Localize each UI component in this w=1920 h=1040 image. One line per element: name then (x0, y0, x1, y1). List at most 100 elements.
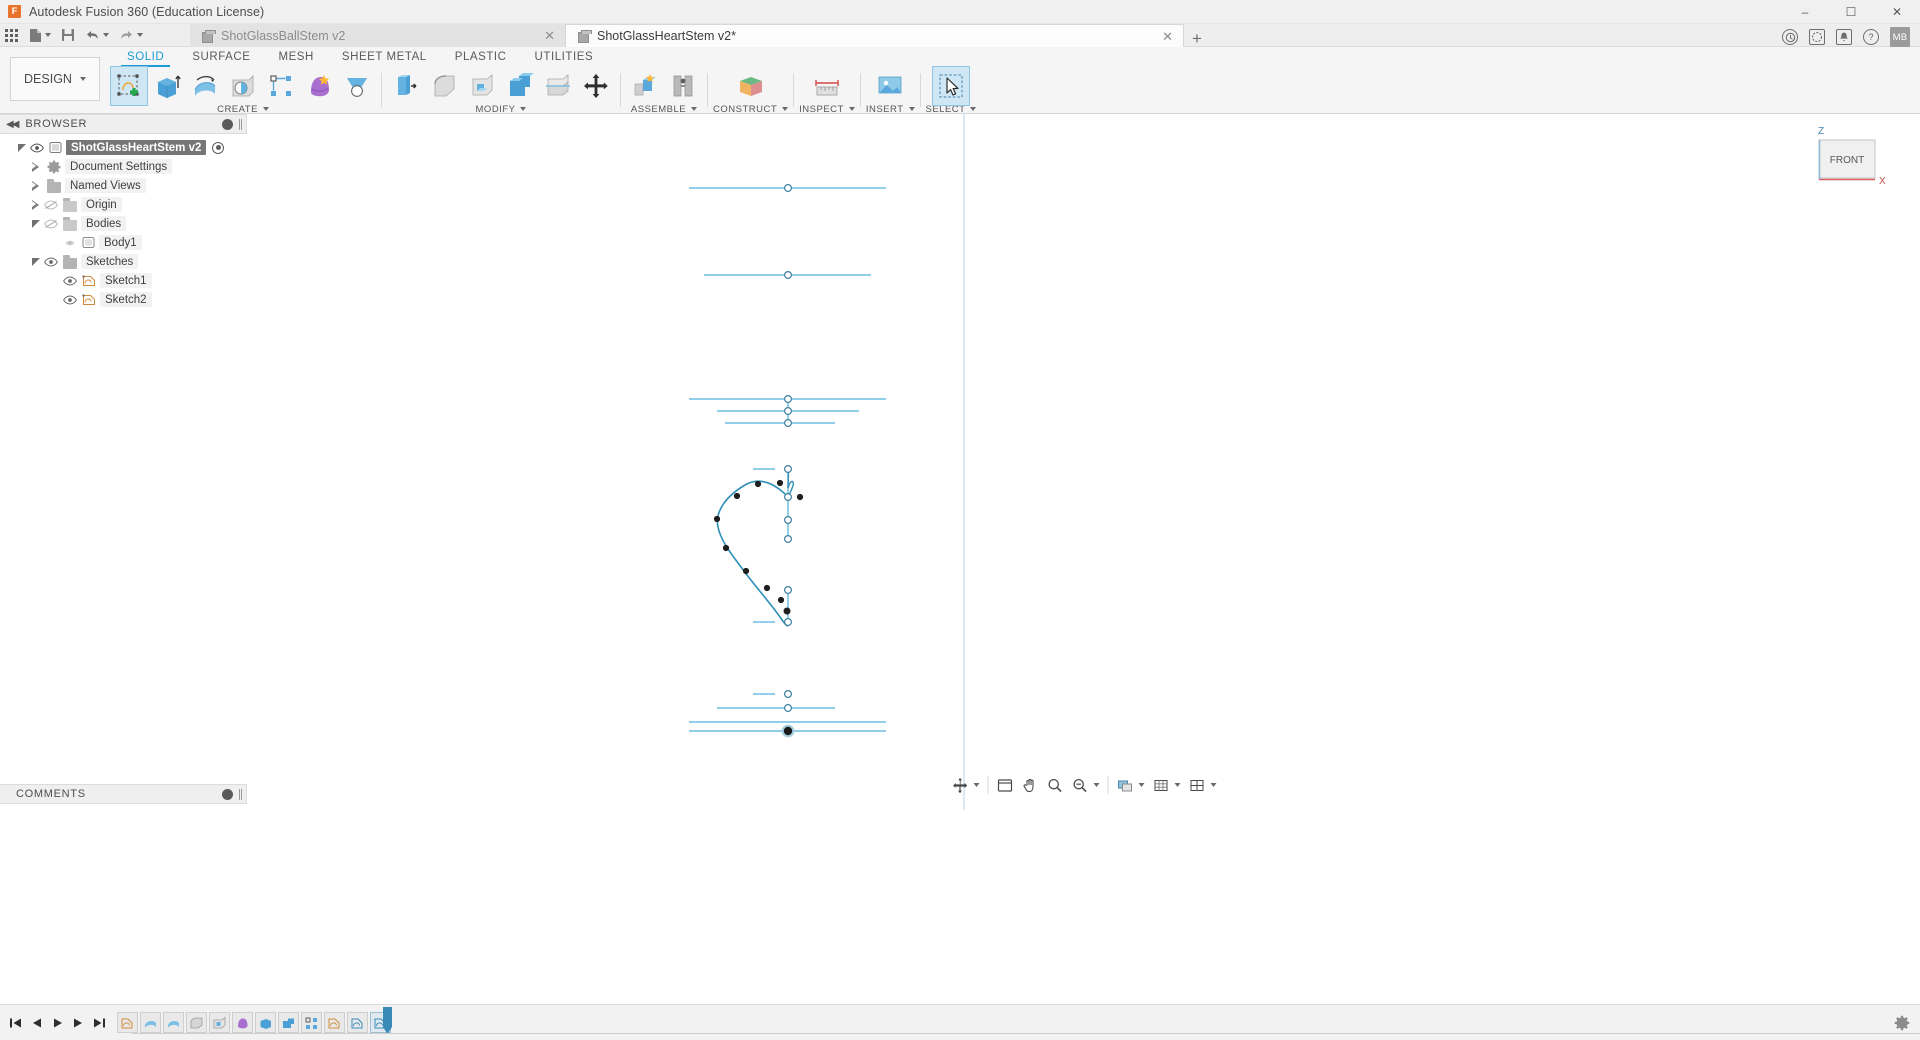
tree-item-named-views[interactable]: Named Views (0, 176, 247, 195)
tree-item-sketch1[interactable]: Sketch1 (0, 271, 247, 290)
comments-options-icon[interactable] (222, 788, 233, 800)
create-sketch-button[interactable] (110, 66, 148, 106)
notifications-bell-icon[interactable] (1836, 29, 1852, 45)
help-icon[interactable]: ? (1863, 29, 1879, 45)
visibility-eye-off-icon[interactable] (62, 238, 78, 248)
zoom-button[interactable] (1042, 772, 1067, 798)
browser-options-icon[interactable] (222, 118, 233, 130)
split-face-button[interactable] (539, 66, 577, 106)
panel-resize-grip[interactable] (239, 118, 242, 130)
step-back-button[interactable] (27, 1012, 46, 1034)
ribbon-tab-utilities[interactable]: UTILITIES (521, 47, 608, 66)
timeline-feature-revolve[interactable] (140, 1012, 161, 1033)
tree-item-document-settings[interactable]: Document Settings (0, 157, 247, 176)
viewport-canvas[interactable]: Z FRONT X (247, 114, 1920, 810)
expander-right-icon[interactable] (28, 180, 43, 191)
ribbon-tab-surface[interactable]: SURFACE (178, 47, 264, 66)
job-status-icon[interactable] (1782, 29, 1798, 45)
look-at-button[interactable] (992, 772, 1017, 798)
viewports-button[interactable] (1184, 772, 1220, 798)
expander-down-icon[interactable] (14, 143, 29, 152)
comments-panel-header[interactable]: COMMENTS (0, 784, 247, 804)
offset-plane-button[interactable] (732, 66, 770, 106)
new-document-tab-button[interactable]: + (1184, 30, 1210, 47)
measure-button[interactable] (808, 66, 846, 106)
fillet-button[interactable] (425, 66, 463, 106)
timeline-feature-pattern[interactable] (301, 1012, 322, 1033)
step-forward-button[interactable] (69, 1012, 88, 1034)
display-settings-button[interactable] (1112, 772, 1148, 798)
ribbon-tab-sheet-metal[interactable]: SHEET METAL (328, 47, 441, 66)
select-tool-button[interactable] (931, 66, 970, 106)
extrude-button[interactable] (148, 66, 186, 106)
orbit-button[interactable] (947, 772, 983, 798)
redo-icon[interactable] (114, 24, 148, 47)
ribbon-tab-plastic[interactable]: PLASTIC (441, 47, 521, 66)
play-button[interactable] (48, 1012, 67, 1034)
pattern-button[interactable] (262, 66, 300, 106)
visibility-eye-off-icon[interactable] (43, 199, 59, 210)
jump-to-beginning-button[interactable] (6, 1012, 25, 1034)
jump-to-end-button[interactable] (90, 1012, 109, 1034)
timeline-feature-combine[interactable] (278, 1012, 299, 1033)
tree-item-sketch2[interactable]: Sketch2 (0, 290, 247, 309)
tree-item-sketches[interactable]: Sketches (0, 252, 247, 271)
workspace-switcher-button[interactable]: DESIGN (10, 57, 100, 101)
joint-button[interactable] (664, 66, 702, 106)
timeline-feature-shell[interactable] (209, 1012, 230, 1033)
save-icon[interactable] (56, 24, 80, 47)
undo-icon[interactable] (80, 24, 114, 47)
ribbon-tab-mesh[interactable]: MESH (264, 47, 327, 66)
tree-item-bodies[interactable]: Bodies (0, 214, 247, 233)
timeline-feature-loft[interactable] (232, 1012, 253, 1033)
timeline-feature-current[interactable] (370, 1007, 392, 1034)
visibility-eye-icon[interactable] (43, 256, 59, 267)
combine-button[interactable] (501, 66, 539, 106)
pan-button[interactable] (1017, 772, 1042, 798)
sweep-button[interactable] (338, 66, 376, 106)
avatar[interactable]: MB (1890, 27, 1910, 47)
shell-button[interactable] (463, 66, 501, 106)
tree-item-origin[interactable]: Origin (0, 195, 247, 214)
activate-component-radio[interactable] (212, 141, 225, 154)
tree-item-body1[interactable]: Body1 (0, 233, 247, 252)
hole-button[interactable] (224, 66, 262, 106)
timeline-feature-fillet[interactable] (186, 1012, 207, 1033)
collapse-panel-icon[interactable]: ◀◀ (6, 119, 19, 130)
visibility-eye-icon[interactable] (29, 142, 45, 153)
zoom-window-button[interactable] (1067, 772, 1103, 798)
press-pull-button[interactable] (387, 66, 425, 106)
insert-mcmaster-button[interactable] (871, 66, 909, 106)
minimize-button[interactable]: – (1782, 0, 1828, 24)
new-file-icon[interactable] (23, 24, 56, 47)
timeline-feature-revolve-2[interactable] (163, 1012, 184, 1033)
panel-resize-grip[interactable] (239, 788, 242, 800)
close-tab-icon[interactable]: ✕ (1162, 30, 1173, 43)
timeline-feature-sketch-2[interactable] (324, 1012, 345, 1033)
document-tab-0[interactable]: ShotGlassBallStem v2 ✕ (190, 24, 565, 47)
tree-item-root[interactable]: ShotGlassHeartStem v2 (0, 138, 247, 157)
visibility-eye-icon[interactable] (62, 294, 78, 305)
timeline-feature-sketch[interactable] (117, 1012, 138, 1033)
expander-right-icon[interactable] (28, 161, 43, 172)
ribbon-tab-solid[interactable]: SOLID (113, 47, 178, 67)
timeline-settings[interactable] (1894, 1015, 1920, 1031)
revolve-button[interactable] (186, 66, 224, 106)
timeline-feature-extrude[interactable] (255, 1012, 276, 1033)
visibility-eye-icon[interactable] (62, 275, 78, 286)
new-component-button[interactable] (626, 66, 664, 106)
move-copy-button[interactable] (577, 66, 615, 106)
close-window-button[interactable]: ✕ (1874, 0, 1920, 24)
close-tab-icon[interactable]: ✕ (544, 29, 555, 42)
apps-grid-icon[interactable] (0, 24, 23, 47)
expander-down-icon[interactable] (28, 219, 43, 228)
loft-button[interactable] (300, 66, 338, 106)
timeline-feature-sketch-3[interactable] (347, 1012, 368, 1033)
view-cube[interactable]: Z FRONT X (1813, 122, 1908, 204)
expander-down-icon[interactable] (28, 257, 43, 266)
document-tab-1[interactable]: ShotGlassHeartStem v2* ✕ (565, 24, 1184, 47)
visibility-eye-off-icon[interactable] (43, 218, 59, 229)
grid-snaps-button[interactable] (1148, 772, 1184, 798)
extensions-icon[interactable] (1809, 29, 1825, 45)
expander-right-icon[interactable] (28, 199, 43, 210)
